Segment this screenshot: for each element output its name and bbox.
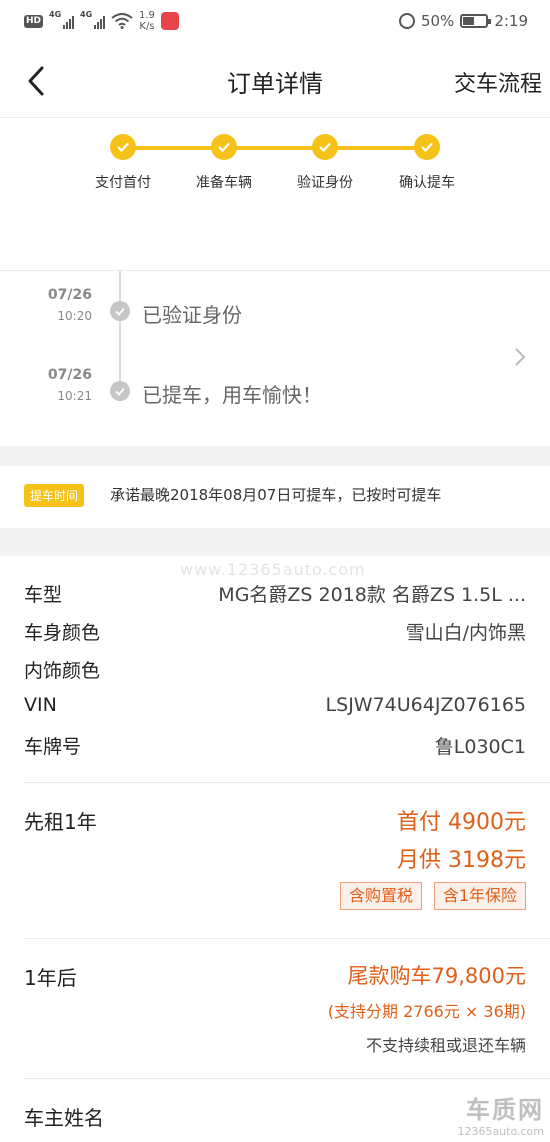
battery-percent: 50% (420, 12, 455, 30)
cell-signal-icon: 4G (49, 10, 75, 29)
section-separator (0, 446, 550, 466)
network-speed: 1.9 K/s (139, 10, 155, 32)
plan-first-title: 先租1年 (24, 810, 97, 834)
check-icon (312, 134, 338, 160)
pickup-time-section: 提车时间 承诺最晚2018年08月07日可提车，已按时可提车 (0, 466, 550, 528)
pickup-time-text: 承诺最晚2018年08月07日可提车，已按时可提车 (110, 486, 442, 504)
detail-row-plate: 车牌号 鲁L030C1 (24, 732, 526, 766)
network-type-label-2: 4G (80, 10, 93, 19)
check-icon (110, 134, 136, 160)
progress-step-label: 确认提车 (399, 175, 455, 191)
delivery-process-link[interactable]: 交车流程 (454, 66, 542, 98)
divider (24, 938, 550, 939)
monthly-payment: 月供 3198元 (397, 848, 526, 873)
detail-value: 雪山白/内饰黑 (405, 622, 526, 644)
down-payment: 首付 4900元 (397, 810, 526, 835)
site-logo-name: 车质网 (466, 1096, 544, 1124)
pickup-time-tag: 提车时间 (24, 484, 85, 507)
site-logo-url: 12365auto.com (457, 1125, 544, 1138)
final-payment: 尾款购车79,800元 (347, 964, 526, 988)
detail-row-vin: VIN LSJW74U64JZ076165 (24, 694, 526, 728)
battery-icon (460, 14, 492, 28)
timeline-entry: 07/26 10:20 已验证身份 (0, 287, 550, 337)
progress-step-label: 支付首付 (95, 175, 151, 191)
app-notification-icon (160, 12, 179, 30)
wifi-icon (111, 13, 133, 29)
progress-step: 确认提车 (377, 134, 477, 192)
cell-signal-icon-2: 4G (80, 10, 106, 29)
timeline-text: 已验证身份 (142, 303, 242, 327)
site-logo: 车质网 12365auto.com (457, 1090, 544, 1138)
check-icon (414, 134, 440, 160)
plan-tags: 含购置税 含1年保险 (326, 882, 526, 912)
timeline-entry: 07/26 10:21 已提车，用车愉快！ (0, 367, 550, 417)
section-separator (0, 528, 550, 556)
network-type-label: 4G (49, 10, 62, 19)
watermark-text: www.12365auto.com (180, 560, 366, 579)
progress-step-label: 准备车辆 (196, 175, 252, 191)
detail-value: MG名爵ZS 2018款 名爵ZS 1.5L ... (218, 584, 526, 606)
detail-row-body-color: 车身颜色 雪山白/内饰黑 (24, 618, 526, 652)
timeline-time: 10:20 (57, 309, 92, 323)
nav-bar: 订单详情 交车流程 (0, 44, 550, 118)
detail-value: 鲁L030C1 (434, 736, 526, 758)
divider (24, 782, 550, 783)
check-icon (211, 134, 237, 160)
detail-key: 内饰颜色 (24, 660, 101, 682)
detail-key: 车型 (24, 584, 63, 606)
network-speed-value: 1.9 (139, 10, 155, 21)
hd-voice-icon: HD (24, 14, 44, 28)
detail-key: VIN (24, 694, 57, 716)
tag-purchase-tax: 含购置税 (339, 882, 422, 910)
plan-after-title: 1年后 (24, 966, 77, 990)
clock: 2:19 (494, 12, 528, 30)
check-circle-icon (110, 301, 130, 321)
check-circle-icon (110, 381, 130, 401)
timeline-text: 已提车，用车愉快！ (142, 383, 322, 407)
tag-insurance: 含1年保险 (433, 882, 526, 910)
chevron-right-icon[interactable] (512, 345, 528, 369)
detail-value: LSJW74U64JZ076165 (325, 694, 526, 716)
timeline-date: 07/26 (47, 367, 92, 383)
plan-note: 不支持续租或退还车辆 (365, 1036, 526, 1055)
progress-step: 支付首付 (73, 134, 173, 192)
detail-row-interior-color: 内饰颜色 (24, 656, 526, 690)
status-bar: HD 4G 4G 1.9 K/s 50% 2:19 (0, 0, 550, 44)
order-progress: 支付首付 准备车辆 验证身份 确认提车 (0, 118, 550, 270)
timeline-date: 07/26 (47, 287, 92, 303)
owner-name-label: 车主姓名 (24, 1106, 104, 1130)
network-speed-unit: K/s (139, 21, 155, 32)
progress-step: 验证身份 (275, 134, 375, 192)
divider (24, 1078, 550, 1079)
alarm-icon (398, 13, 415, 29)
progress-step-label: 验证身份 (297, 175, 353, 191)
timeline-time: 10:21 (57, 389, 92, 403)
progress-step: 准备车辆 (174, 134, 274, 192)
installment-info: (支持分期 2766元 × 36期) (327, 1002, 526, 1021)
order-timeline[interactable]: 07/26 10:20 已验证身份 07/26 10:21 已提车，用车愉快！ (0, 270, 550, 446)
detail-row-model: 车型 MG名爵ZS 2018款 名爵ZS 1.5L ... (24, 580, 526, 614)
detail-key: 车身颜色 (24, 622, 101, 644)
detail-key: 车牌号 (24, 736, 82, 758)
battery-level-fill (463, 17, 475, 25)
